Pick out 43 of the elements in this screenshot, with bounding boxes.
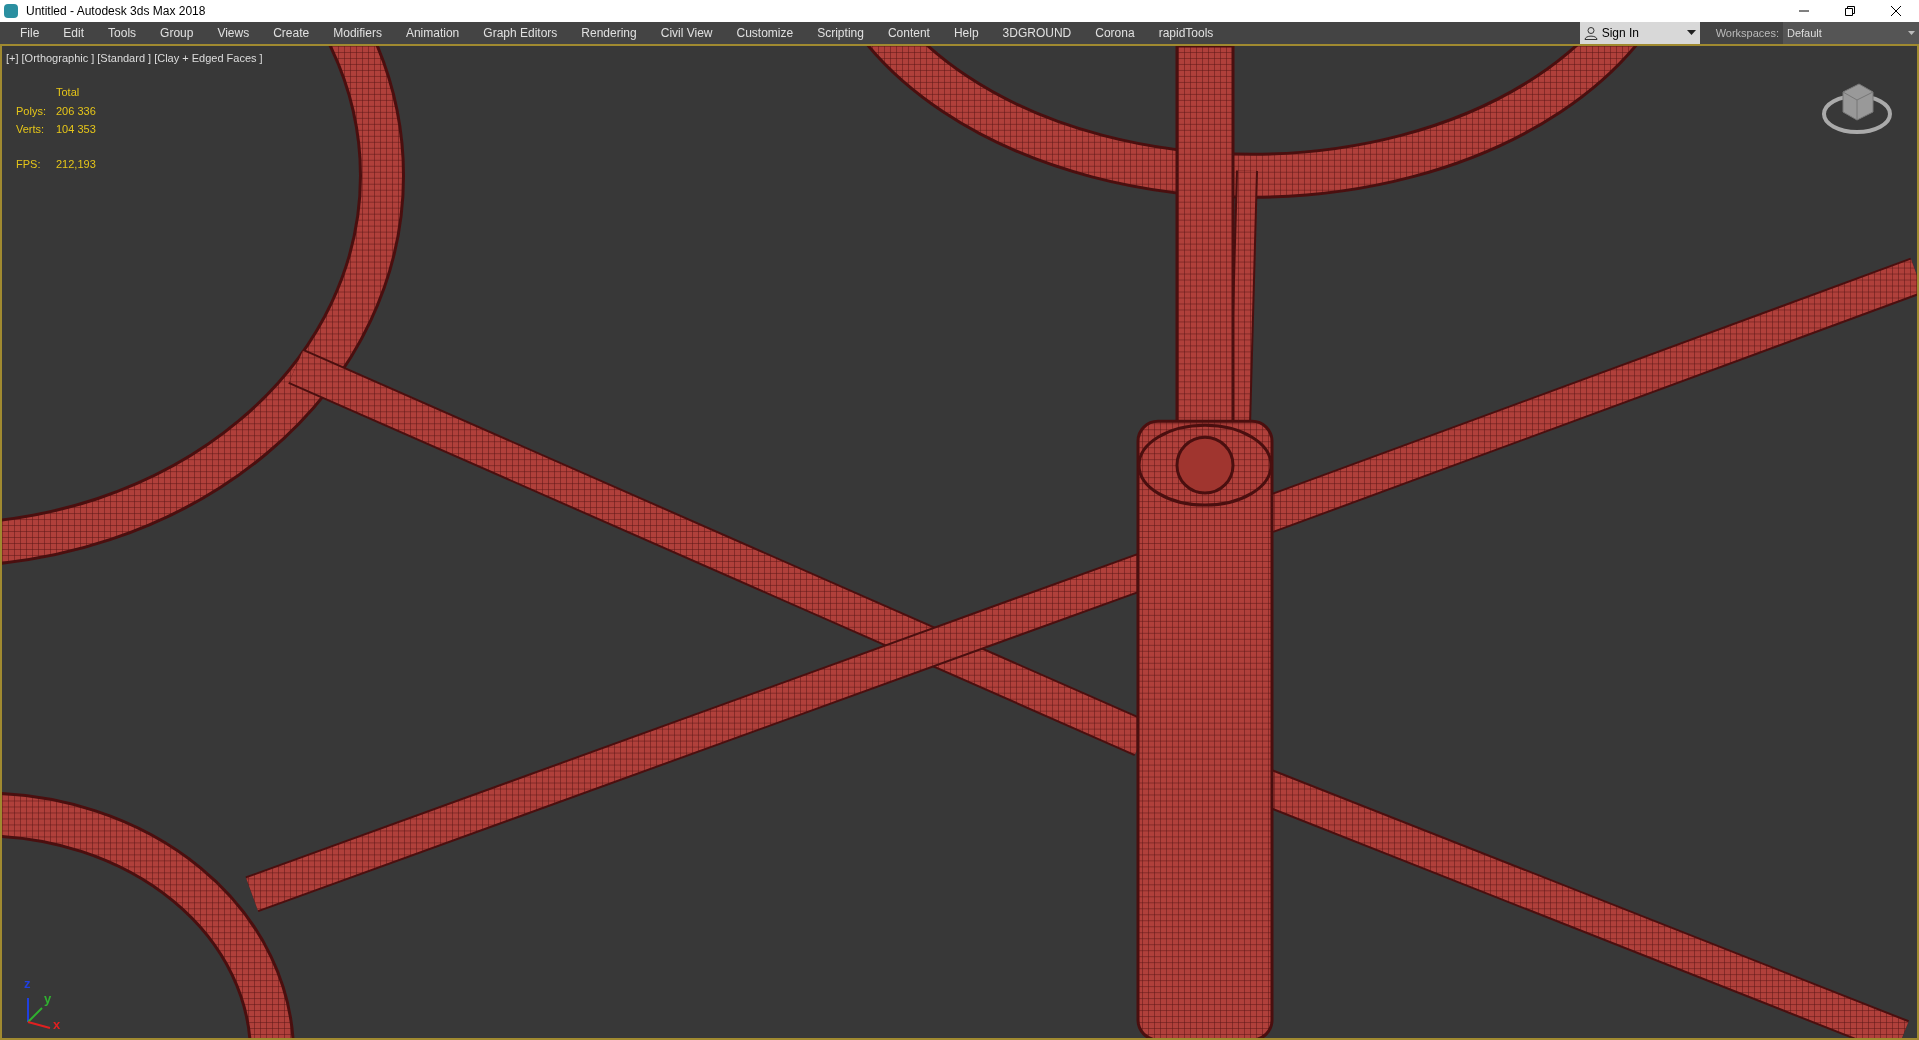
menu-item[interactable]: Civil View	[648, 24, 725, 42]
menu-item[interactable]: Graph Editors	[471, 24, 570, 42]
menu-item[interactable]: Content	[875, 24, 942, 42]
workspaces-label: Workspaces:	[1715, 25, 1779, 41]
menu-item[interactable]: File	[8, 24, 52, 42]
stats-value: 104 353	[56, 122, 96, 137]
viewport[interactable]: [+] [Orthographic ] [Standard ] [Clay + Edged Faces ] Total Polys: 206 336 Verts: 104 353 FPS: 212,193 z y x	[0, 46, 1919, 1040]
menu-item[interactable]: Help	[941, 24, 991, 42]
close-icon	[1891, 6, 1901, 16]
axis-label: y	[44, 992, 52, 1005]
fps-value: 212,193	[56, 156, 96, 172]
menu-item[interactable]: Animation	[393, 24, 472, 42]
stats-value: 206 336	[56, 103, 96, 119]
menu-item[interactable]: Scripting	[805, 24, 876, 42]
menu-item[interactable]: 3DGROUND	[990, 24, 1084, 42]
dropdown-caret-icon	[1908, 30, 1915, 36]
menu-item[interactable]: Group	[148, 24, 206, 42]
stats-label: Polys:	[16, 103, 47, 119]
fps-label: FPS:	[16, 156, 42, 172]
menu-item[interactable]: Rendering	[569, 24, 649, 42]
user-icon	[1583, 26, 1598, 40]
menu-item[interactable]: Edit	[51, 24, 97, 42]
stats-label: Verts:	[16, 122, 46, 137]
menu-item[interactable]: Views	[205, 24, 262, 42]
window-title: Untitled - Autodesk 3ds Max 2018	[26, 3, 206, 20]
axis-label: z	[24, 977, 31, 990]
menu-item[interactable]: Corona	[1083, 24, 1147, 42]
viewport-label[interactable]: [Clay + Edged Faces ]	[154, 50, 263, 67]
viewport-label[interactable]: [Orthographic ]	[21, 50, 95, 67]
stats-header: Total	[56, 85, 81, 100]
app-icon	[4, 4, 18, 18]
menu-item[interactable]: Customize	[724, 24, 806, 42]
viewport-label[interactable]: [+]	[6, 50, 19, 67]
menu-item[interactable]: Modifiers	[321, 24, 394, 42]
sign-in-button[interactable]: Sign In	[1579, 22, 1700, 44]
menu-item[interactable]: Tools	[96, 24, 149, 42]
viewport-label[interactable]: [Standard ]	[97, 50, 152, 67]
workspaces-dropdown[interactable]: Default	[1783, 22, 1919, 44]
menu-item[interactable]: Create	[261, 24, 322, 42]
restore-icon	[1845, 6, 1855, 16]
dropdown-caret-icon	[1686, 30, 1696, 36]
axis-label: x	[53, 1018, 61, 1031]
menu-item[interactable]: rapidTools	[1146, 24, 1226, 42]
